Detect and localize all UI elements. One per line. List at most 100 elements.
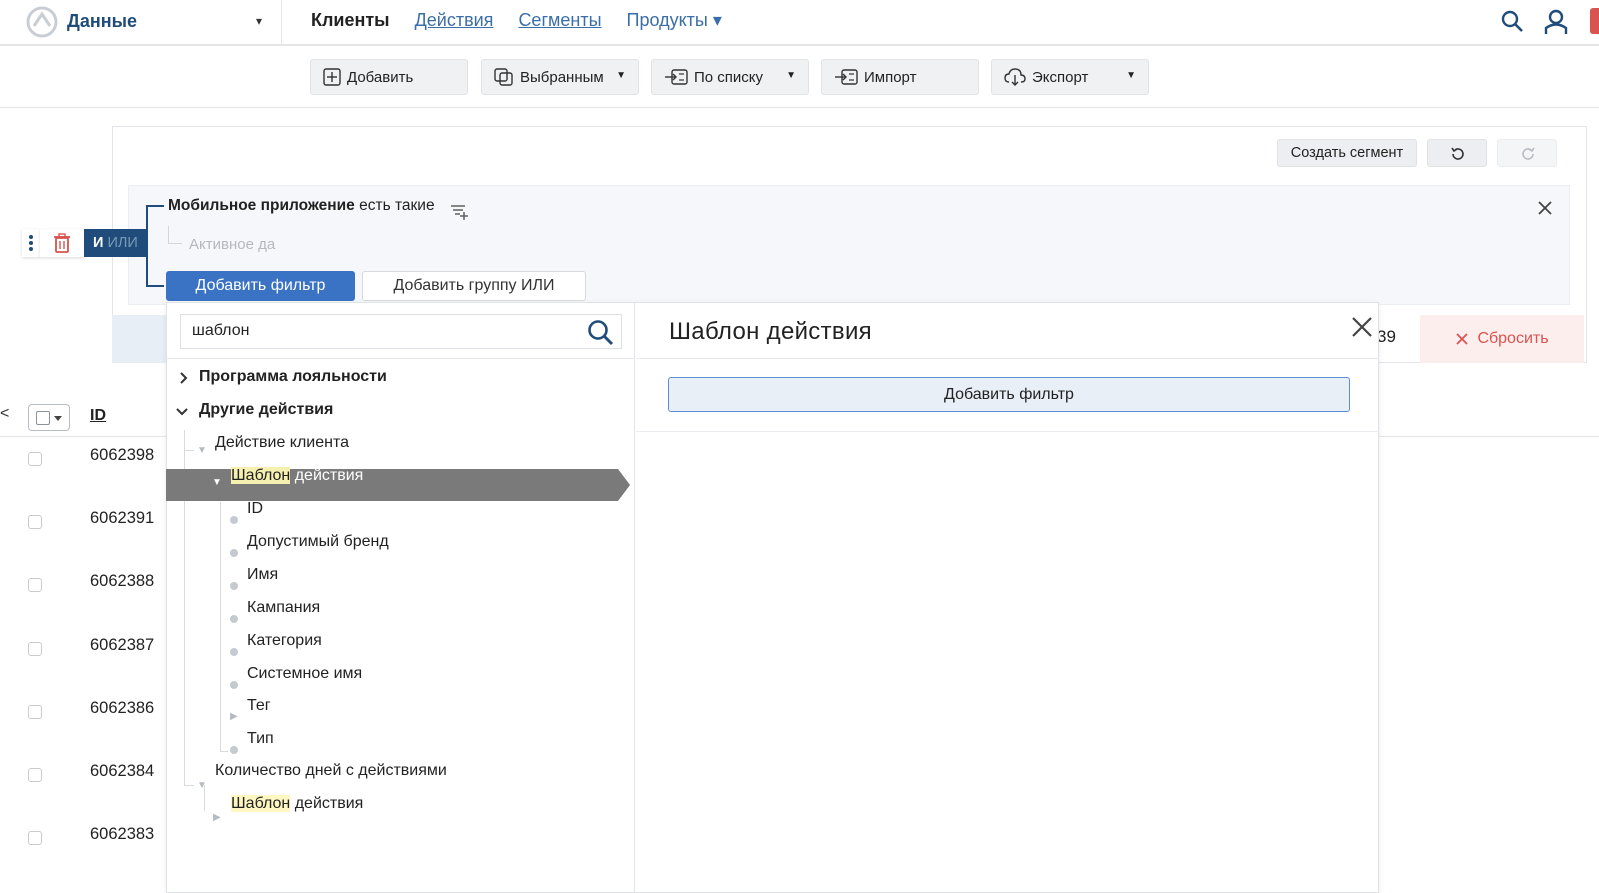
search-highlight: Шаблон [231,467,291,484]
condition-name: Мобильное приложение [168,197,355,214]
tree-item-action-template[interactable]: Шаблон действия [231,467,363,485]
import-button[interactable]: Импорт [821,59,979,95]
tree-connector [184,785,194,786]
tree-item-days-count[interactable]: Количество дней с действиями [215,762,447,780]
tree-field-campaign[interactable]: Кампания [247,599,320,617]
add-filter-button[interactable]: Добавить фильтр [166,271,355,301]
by-list-button[interactable]: По списку ▼ [651,59,809,95]
row-checkbox[interactable] [28,705,42,719]
chevron-down-icon[interactable] [176,405,188,420]
tree-connector [168,226,182,244]
select-all-checkbox[interactable] [28,404,70,431]
triangle-right-icon[interactable]: ▶ [230,711,238,722]
detail-add-filter-button[interactable]: Добавить фильтр [668,377,1350,412]
nav-actions[interactable]: Действия [415,10,494,31]
scroll-left-arrow[interactable]: < [0,405,9,423]
user-icon[interactable] [1543,8,1569,36]
condition-title[interactable]: Мобильное приложение есть такие [168,197,435,215]
reset-button[interactable]: Сбросить [1420,315,1584,363]
cloud-download-icon [1004,68,1026,86]
table-row[interactable]: 6062398 [0,446,168,476]
nav-clients[interactable]: Клиенты [311,10,390,31]
triangle-down-icon[interactable]: ▼ [212,477,222,488]
tree-item-client-action[interactable]: Действие клиента [215,434,349,452]
table-row[interactable]: 6062386 [0,699,168,729]
detail-divider [636,431,1379,432]
tree-field-type[interactable]: Тип [247,730,274,748]
undo-button[interactable] [1427,139,1487,167]
and-or-toggle[interactable]: И ИЛИ [84,229,146,257]
table-row[interactable]: 6062383 [0,825,168,855]
redo-icon [1522,147,1535,160]
condition-operator: есть такие [354,197,435,214]
filter-add-icon[interactable] [449,201,469,221]
leaf-dot-icon [230,648,238,656]
tree-field-category[interactable]: Категория [247,632,322,650]
tree-group-loyalty[interactable]: Программа лояльности [199,368,387,386]
row-id: 6062386 [90,699,155,717]
row-checkbox[interactable] [28,452,42,466]
search-icon[interactable] [586,318,614,346]
add-button[interactable]: Добавить [310,59,468,95]
row-id: 6062384 [90,762,155,780]
nav-segments[interactable]: Сегменты [518,10,601,31]
search-highlight: Шаблон [231,795,291,812]
results-strip [112,315,167,363]
tree-field-brand[interactable]: Допустимый бренд [247,533,389,551]
row-id: 6062387 [90,636,155,654]
drag-dots-icon [29,235,33,251]
table-row[interactable]: 6062388 [0,572,168,602]
checkbox-dropdown-icon [36,411,62,425]
row-id: 6062383 [90,825,155,843]
table-row[interactable]: 6062384 [0,762,168,792]
close-icon[interactable] [1536,199,1554,217]
add-or-group-button[interactable]: Добавить группу ИЛИ [362,271,586,301]
search-icon[interactable] [1500,9,1524,33]
trash-icon [54,233,70,253]
chevron-right-icon[interactable] [179,372,189,387]
or-label: ИЛИ [103,235,138,251]
row-checkbox[interactable] [28,578,42,592]
table-row[interactable]: 6062387 [0,636,168,666]
dropdown-arrow-icon: ▼ [1126,70,1136,81]
tree-field-id[interactable]: ID [247,500,263,518]
row-id: 6062391 [90,509,155,527]
row-checkbox[interactable] [28,768,42,782]
leaf-dot-icon [230,615,238,623]
and-label: И [93,235,104,251]
triangle-right-icon[interactable]: ▶ [213,812,221,823]
triangle-down-icon[interactable]: ▼ [197,780,207,791]
create-segment-button[interactable]: Создать сегмент [1277,139,1417,167]
tree-field-name[interactable]: Имя [247,566,278,584]
delete-group-button[interactable] [40,229,84,257]
selected-button[interactable]: Выбранным ▼ [481,59,639,95]
tree-group-other-actions[interactable]: Другие действия [199,401,333,419]
dropdown-arrow-icon: ▼ [616,70,626,81]
row-checkbox[interactable] [28,642,42,656]
close-icon[interactable] [1351,316,1373,338]
filter-search-input[interactable] [192,322,572,340]
plus-square-icon [323,68,341,86]
notification-badge[interactable] [1590,8,1599,34]
id-column-header[interactable]: ID [90,407,106,425]
drag-handle[interactable] [22,229,40,257]
table-row[interactable]: 6062391 [0,509,168,539]
condition-subfilter[interactable]: Активное да [189,236,275,253]
top-nav-bar: Данные ▾ Клиенты Действия Сегменты Проду… [0,0,1599,46]
export-button-label: Экспорт [1032,68,1089,86]
tree-connector [204,785,205,811]
nav-products[interactable]: Продукты ▾ [627,10,722,31]
selected-pointer [618,469,630,501]
brand-name: Данные [67,11,137,31]
tree-item-action-template-2[interactable]: Шаблон действия [231,795,363,813]
redo-button[interactable] [1497,139,1557,167]
reset-label: Сбросить [1477,330,1549,347]
triangle-down-icon[interactable]: ▼ [197,445,207,456]
undo-icon [1451,147,1464,160]
tree-field-system-name[interactable]: Системное имя [247,665,362,683]
tree-field-tag[interactable]: Тег [247,697,271,715]
row-checkbox[interactable] [28,831,42,845]
brand-switcher[interactable]: Данные ▾ [0,0,282,44]
row-checkbox[interactable] [28,515,42,529]
export-button[interactable]: Экспорт ▼ [991,59,1149,95]
